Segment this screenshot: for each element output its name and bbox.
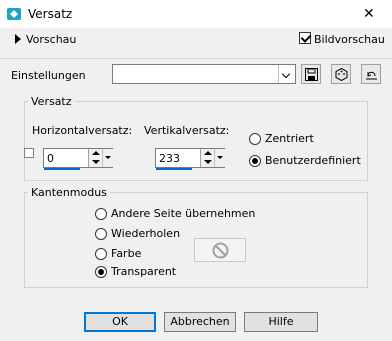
- edge-mode-group-title: Kantenmodus: [28, 186, 110, 199]
- radio-repeat-label[interactable]: Wiederholen: [111, 227, 180, 240]
- horizontal-offset-label: Horizontalversatz:: [32, 124, 133, 137]
- spin-down-icon[interactable]: [92, 160, 100, 164]
- spin-down-icon[interactable]: [204, 160, 212, 164]
- cancel-button[interactable]: Abbrechen: [164, 312, 236, 332]
- link-offsets-checkbox[interactable]: [24, 148, 34, 158]
- spin-buttons[interactable]: [88, 149, 103, 167]
- offset-group-title: Versatz: [28, 95, 75, 108]
- expand-triangle-icon[interactable]: [15, 34, 21, 44]
- vertical-offset-spinner[interactable]: 233: [155, 148, 225, 170]
- image-preview-checkbox[interactable]: [299, 32, 311, 44]
- app-icon: [7, 8, 21, 20]
- radio-repeat[interactable]: [95, 228, 107, 240]
- save-preset-button[interactable]: [301, 64, 321, 84]
- radio-color[interactable]: [95, 248, 107, 260]
- dropdown-arrow-icon[interactable]: [102, 149, 113, 167]
- horizontal-offset-spinner[interactable]: 0: [43, 148, 113, 170]
- save-icon: [305, 68, 318, 81]
- spin-up-icon[interactable]: [92, 151, 100, 155]
- separator: [0, 58, 392, 59]
- vertical-offset-label: Vertikalversatz:: [144, 124, 230, 137]
- chevron-down-icon[interactable]: [278, 65, 295, 83]
- settings-label: Einstellungen: [11, 69, 86, 82]
- close-icon[interactable]: ✕: [363, 6, 375, 22]
- focus-underline: [156, 168, 192, 170]
- radio-transparent-label[interactable]: Transparent: [111, 265, 176, 278]
- preview-toggle-label[interactable]: Vorschau: [26, 33, 76, 46]
- dropdown-arrow-icon[interactable]: [214, 149, 225, 167]
- spin-up-icon[interactable]: [204, 151, 212, 155]
- color-swatch[interactable]: [194, 238, 246, 262]
- ok-button[interactable]: OK: [84, 312, 156, 332]
- focus-underline: [44, 168, 80, 170]
- vertical-offset-value: 233: [159, 152, 180, 165]
- radio-color-label[interactable]: Farbe: [111, 247, 141, 260]
- radio-wrap-label[interactable]: Andere Seite übernehmen: [111, 207, 255, 220]
- reset-button[interactable]: [361, 64, 381, 84]
- radio-custom-label[interactable]: Benutzerdefiniert: [265, 154, 361, 167]
- radio-centered[interactable]: [249, 133, 261, 145]
- reset-icon: [366, 71, 377, 80]
- radio-centered-label[interactable]: Zentriert: [265, 132, 314, 145]
- random-button[interactable]: [331, 64, 351, 84]
- window-title: Versatz: [28, 7, 73, 21]
- no-color-icon: [212, 242, 229, 259]
- dice-icon: [335, 68, 348, 81]
- radio-custom[interactable]: [249, 155, 261, 167]
- image-preview-label: Bildvorschau: [314, 33, 385, 46]
- spin-buttons[interactable]: [200, 149, 215, 167]
- radio-transparent[interactable]: [95, 266, 107, 278]
- preset-combobox[interactable]: [112, 64, 296, 84]
- radio-wrap[interactable]: [95, 208, 107, 220]
- horizontal-offset-value: 0: [47, 152, 54, 165]
- help-button[interactable]: Hilfe: [244, 312, 318, 332]
